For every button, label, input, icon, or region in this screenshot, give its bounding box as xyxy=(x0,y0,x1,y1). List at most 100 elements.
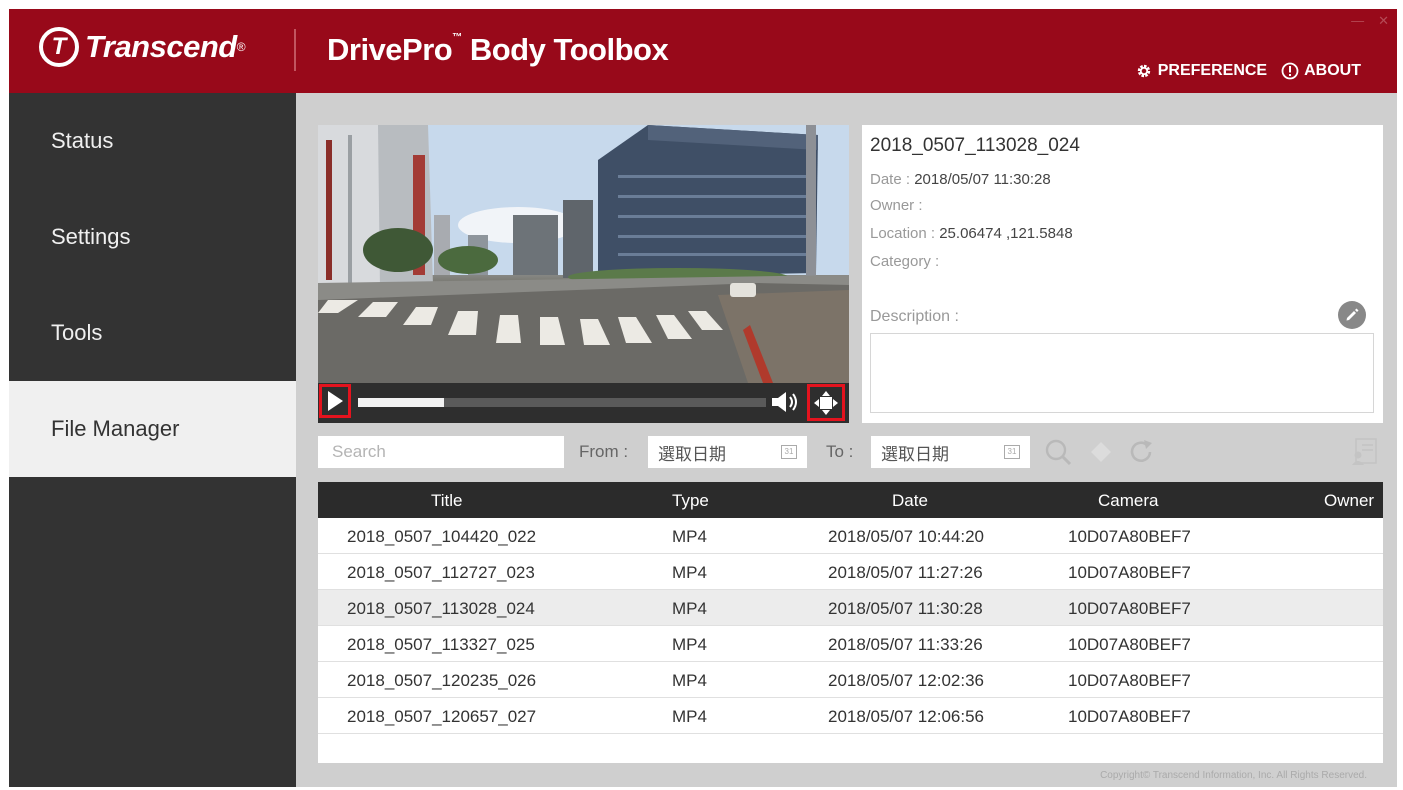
table-row[interactable]: 2018_0507_120657_027 MP4 2018/05/07 12:0… xyxy=(318,698,1383,734)
minimize-icon[interactable]: — xyxy=(1351,13,1364,29)
user-list-button[interactable] xyxy=(1350,437,1380,467)
from-label: From : xyxy=(579,442,629,461)
file-title: 2018_0507_113028_024 xyxy=(870,135,1080,156)
cell-date: 2018/05/07 11:27:26 xyxy=(828,563,983,582)
seek-progress xyxy=(358,398,444,407)
cell-camera: 10D07A80BEF7 xyxy=(1068,563,1191,582)
cell-date: 2018/05/07 12:06:56 xyxy=(828,707,984,726)
video-preview-image xyxy=(318,125,849,383)
column-header-type[interactable]: Type xyxy=(672,491,709,511)
transcend-logo-icon: T xyxy=(39,27,79,67)
sidebar-item-label: File Manager xyxy=(51,416,180,441)
cell-title: 2018_0507_112727_023 xyxy=(347,563,535,582)
cell-camera: 10D07A80BEF7 xyxy=(1068,527,1191,546)
to-date-picker[interactable]: 選取日期 31 xyxy=(871,436,1030,468)
app-window: — ✕ T Transcend ® DrivePro™ Body Toolbox … xyxy=(9,9,1397,787)
sidebar-item-status[interactable]: Status xyxy=(9,93,296,189)
filter-bar: From : 選取日期 31 To : 選取日期 31 xyxy=(318,435,1383,469)
app-title-tm: ™ xyxy=(452,32,462,43)
column-header-date[interactable]: Date xyxy=(892,491,928,511)
date-value: 2018/05/07 11:30:28 xyxy=(914,171,1051,188)
date-label: Date : xyxy=(870,171,911,188)
about-link[interactable]: ABOUT xyxy=(1281,62,1361,80)
date-row: Date : 2018/05/07 11:30:28 xyxy=(870,171,1051,188)
to-label: To : xyxy=(826,442,854,461)
location-row: Location : 25.06474 ,121.5848 xyxy=(870,225,1073,242)
fullscreen-icon xyxy=(814,390,838,415)
cell-type: MP4 xyxy=(672,707,707,726)
user-list-icon xyxy=(1352,438,1377,465)
from-date-picker[interactable]: 選取日期 31 xyxy=(648,436,807,468)
search-button[interactable] xyxy=(1043,437,1073,467)
eraser-icon xyxy=(1091,442,1111,462)
table-header: Title Type Date Camera Owner xyxy=(318,482,1383,518)
app-title-name: DrivePro xyxy=(327,32,453,67)
volume-icon xyxy=(772,392,797,412)
player-controls xyxy=(318,383,849,423)
calendar-icon[interactable]: 31 xyxy=(1004,445,1020,459)
table-row[interactable]: 2018_0507_112727_023 MP4 2018/05/07 11:2… xyxy=(318,554,1383,590)
copyright-text: Copyright© Transcend Information, Inc. A… xyxy=(1100,770,1367,781)
cell-camera: 10D07A80BEF7 xyxy=(1068,599,1191,618)
owner-row: Owner : xyxy=(870,197,923,214)
table-row-selected[interactable]: 2018_0507_113028_024 MP4 2018/05/07 11:3… xyxy=(318,590,1383,626)
sidebar-item-settings[interactable]: Settings xyxy=(9,189,296,285)
cell-type: MP4 xyxy=(672,527,707,546)
file-info-panel: 2018_0507_113028_024 Date : 2018/05/07 1… xyxy=(862,125,1383,423)
refresh-button[interactable] xyxy=(1126,437,1156,467)
preference-label: PREFERENCE xyxy=(1157,62,1268,79)
sidebar-item-label: Tools xyxy=(51,320,103,345)
cell-type: MP4 xyxy=(672,671,707,690)
close-icon[interactable]: ✕ xyxy=(1378,13,1389,29)
sidebar-item-label: Settings xyxy=(51,224,131,249)
volume-button[interactable] xyxy=(770,389,802,415)
sidebar: Status Settings Tools File Manager xyxy=(9,93,296,787)
header-links: PREFERENCE ABOUT xyxy=(1135,62,1361,80)
refresh-icon xyxy=(1130,440,1152,462)
cell-date: 2018/05/07 11:33:26 xyxy=(828,635,983,654)
preference-link[interactable]: PREFERENCE xyxy=(1135,62,1267,80)
description-field[interactable] xyxy=(870,333,1374,413)
from-date-value: 選取日期 xyxy=(658,444,726,464)
cell-title: 2018_0507_120235_026 xyxy=(347,671,537,690)
owner-label: Owner : xyxy=(870,197,923,214)
video-frame[interactable] xyxy=(318,125,849,383)
play-button[interactable] xyxy=(319,384,351,418)
window-controls: — ✕ xyxy=(1351,13,1389,29)
gear-icon xyxy=(1137,64,1150,78)
seek-bar[interactable] xyxy=(358,398,766,407)
table-row[interactable]: 2018_0507_104420_022 MP4 2018/05/07 10:4… xyxy=(318,518,1383,554)
column-header-owner[interactable]: Owner xyxy=(1324,491,1374,511)
cell-type: MP4 xyxy=(672,599,707,618)
clear-button[interactable] xyxy=(1086,437,1116,467)
header-divider xyxy=(294,29,296,71)
search-input[interactable] xyxy=(318,436,564,468)
fullscreen-button[interactable] xyxy=(807,384,845,421)
cell-title: 2018_0507_120657_027 xyxy=(347,707,537,726)
location-value: 25.06474 ,121.5848 xyxy=(939,225,1073,242)
sidebar-item-tools[interactable]: Tools xyxy=(9,285,296,381)
calendar-icon[interactable]: 31 xyxy=(781,445,797,459)
edit-button[interactable] xyxy=(1338,301,1366,329)
category-row: Category : xyxy=(870,253,939,270)
table-row[interactable]: 2018_0507_120235_026 MP4 2018/05/07 12:0… xyxy=(318,662,1383,698)
play-icon xyxy=(327,391,343,411)
search-icon xyxy=(1045,439,1072,466)
column-header-title[interactable]: Title xyxy=(431,491,463,511)
sidebar-item-file-manager[interactable]: File Manager xyxy=(9,381,296,477)
registered-mark: ® xyxy=(236,40,246,54)
header-bar: — ✕ T Transcend ® DrivePro™ Body Toolbox … xyxy=(9,9,1397,93)
cell-camera: 10D07A80BEF7 xyxy=(1068,635,1191,654)
video-player xyxy=(318,125,849,423)
table-row[interactable]: 2018_0507_113327_025 MP4 2018/05/07 11:3… xyxy=(318,626,1383,662)
app-title: DrivePro™ Body Toolbox xyxy=(327,32,669,68)
sidebar-item-label: Status xyxy=(51,128,114,153)
cell-date: 2018/05/07 12:02:36 xyxy=(828,671,984,690)
to-date-value: 選取日期 xyxy=(881,444,949,464)
column-header-camera[interactable]: Camera xyxy=(1098,491,1158,511)
about-label: ABOUT xyxy=(1304,62,1361,79)
cell-camera: 10D07A80BEF7 xyxy=(1068,671,1191,690)
cell-date: 2018/05/07 10:44:20 xyxy=(828,527,984,546)
category-label: Category : xyxy=(870,253,940,270)
location-label: Location : xyxy=(870,225,936,242)
